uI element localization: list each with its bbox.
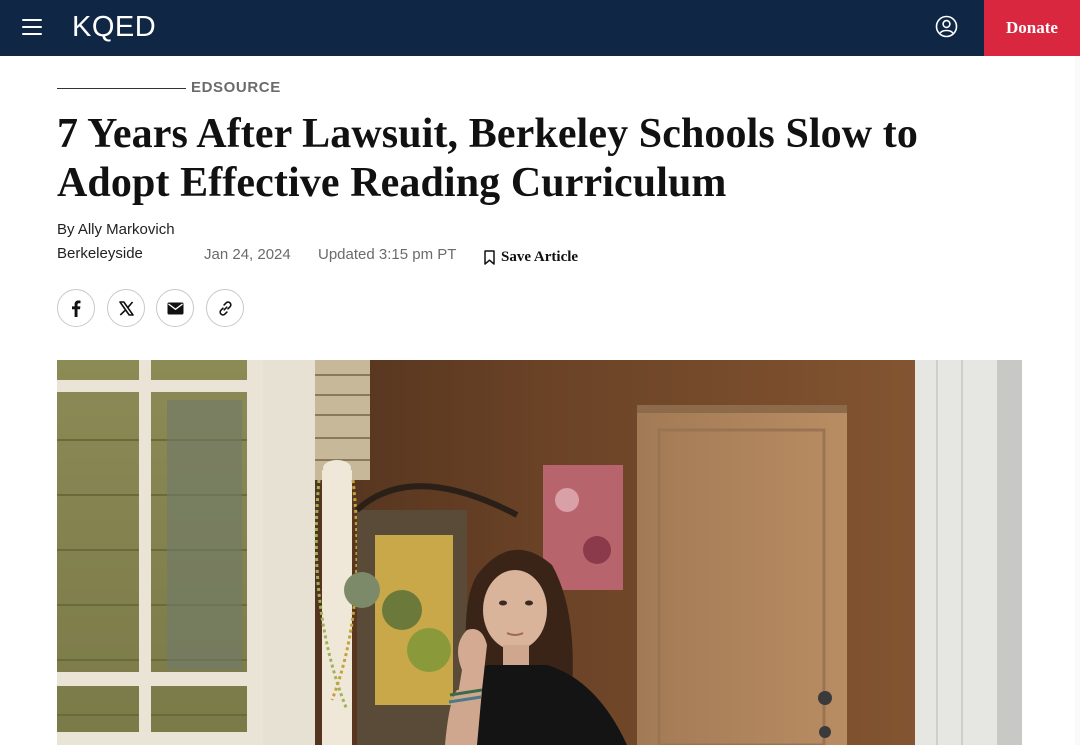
bookmark-icon: [484, 250, 495, 265]
share-x-button[interactable]: [107, 289, 145, 327]
user-account-icon[interactable]: [935, 15, 958, 38]
updated-time: Updated 3:15 pm PT: [318, 246, 457, 263]
share-facebook-button[interactable]: [57, 289, 95, 327]
top-navigation-bar: KQED Donate: [0, 0, 1080, 56]
hero-photo: [57, 360, 1022, 745]
kqed-logo[interactable]: KQED: [72, 11, 156, 44]
link-icon: [218, 300, 232, 316]
hamburger-menu-icon[interactable]: [22, 18, 42, 36]
kicker-divider: [57, 88, 186, 89]
x-icon: [118, 300, 134, 316]
article-title: 7 Years After Lawsuit, Berkeley Schools …: [57, 111, 918, 206]
copy-link-button[interactable]: [206, 289, 244, 327]
donate-button[interactable]: Donate: [984, 0, 1080, 56]
share-email-button[interactable]: [156, 289, 194, 327]
section-kicker-link[interactable]: EDSOURCE: [191, 79, 281, 96]
facebook-icon: [72, 300, 81, 317]
publish-date: Jan 24, 2024: [204, 246, 291, 263]
author-byline: By Ally Markovich: [57, 221, 175, 238]
save-article-button[interactable]: Save Article: [484, 249, 578, 266]
email-icon: [167, 302, 183, 314]
page-scrollbar[interactable]: [1075, 56, 1080, 745]
article-source: Berkeleyside: [57, 245, 143, 262]
save-article-label: Save Article: [501, 249, 579, 265]
